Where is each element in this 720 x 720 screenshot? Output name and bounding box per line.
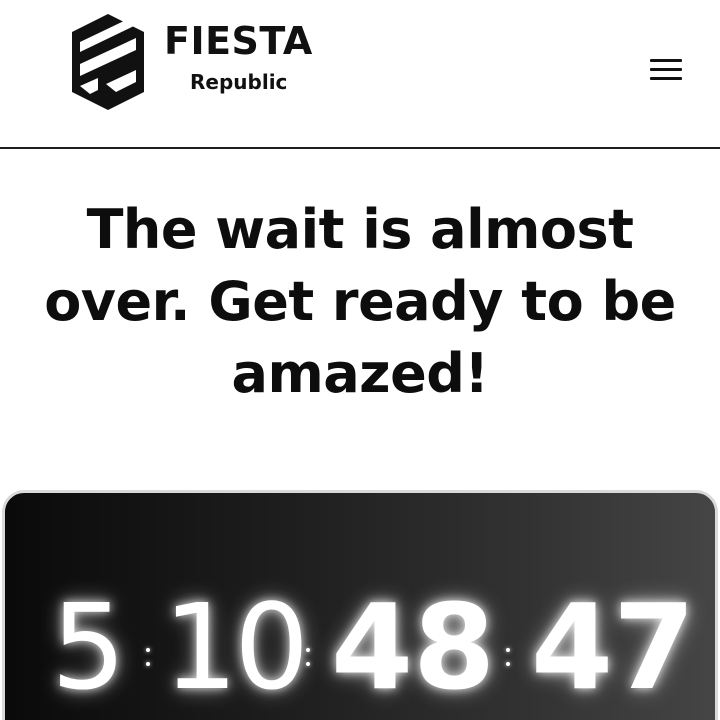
colon-separator — [145, 648, 151, 670]
countdown-digits: 5 10 48 47 — [5, 578, 715, 718]
countdown-minutes: 48 — [331, 578, 496, 716]
colon-separator — [305, 648, 311, 670]
brand-tagline: Republic — [190, 70, 288, 94]
brand-name: FIESTA — [164, 19, 313, 63]
hero-headline: The wait is almost over. Get ready to be… — [44, 198, 676, 405]
countdown-seconds: 47 — [531, 578, 696, 716]
site-header: FIESTA Republic — [0, 0, 720, 149]
menu-bar — [650, 68, 682, 71]
page: FIESTA Republic The wait is almost over.… — [0, 0, 720, 720]
colon-separator — [505, 648, 511, 670]
countdown-hours: 10 — [163, 578, 309, 716]
brand-logo-link[interactable]: FIESTA Republic — [68, 12, 328, 112]
brand-logo-icon — [72, 14, 144, 110]
menu-bar — [650, 77, 682, 80]
menu-bar — [650, 59, 682, 62]
countdown-days: 5 — [51, 578, 127, 716]
countdown-timer: 5 10 48 47 — [2, 490, 718, 720]
hamburger-menu-icon[interactable] — [646, 52, 686, 86]
